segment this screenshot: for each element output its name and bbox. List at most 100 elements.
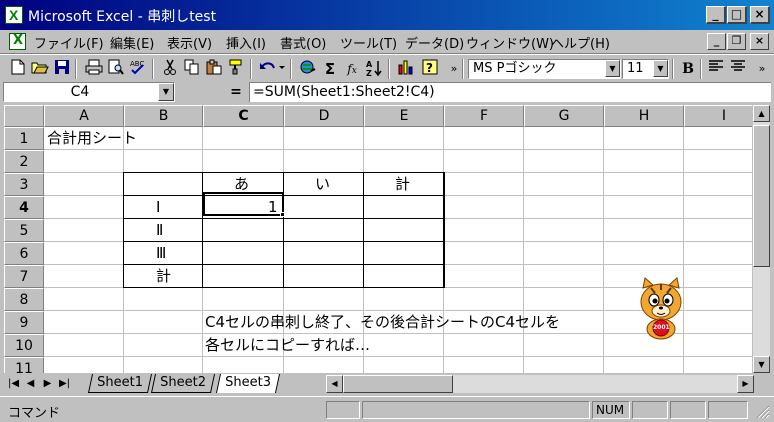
save-icon[interactable] xyxy=(52,59,72,79)
row-header-11[interactable]: 11 xyxy=(4,357,44,373)
help-icon[interactable]: ? xyxy=(420,59,440,79)
function-icon[interactable]: fx xyxy=(342,59,362,79)
horizontal-scroll-thumb[interactable] xyxy=(343,375,453,393)
previous-sheet-icon[interactable]: ◀ xyxy=(23,376,38,392)
vertical-scrollbar[interactable]: ▲ ▼ xyxy=(753,105,770,373)
column-header-a[interactable]: A xyxy=(44,105,124,127)
scroll-up-button[interactable]: ▲ xyxy=(753,105,770,122)
svg-text:?: ? xyxy=(426,61,433,75)
column-header-d[interactable]: D xyxy=(284,105,364,127)
row-header-9[interactable]: 9 xyxy=(4,311,44,334)
column-header-e[interactable]: E xyxy=(364,105,444,127)
sheet-tab-sheet3[interactable]: Sheet3 xyxy=(215,374,280,393)
scroll-right-button[interactable]: ▶ xyxy=(737,375,754,393)
menu-help[interactable]: ヘルプ(H) xyxy=(551,33,610,52)
sort-ascending-icon[interactable]: AZ xyxy=(364,59,384,79)
cell-b7[interactable]: 計 xyxy=(156,265,171,287)
vertical-scroll-thumb[interactable] xyxy=(753,125,770,267)
excel-app-icon[interactable] xyxy=(5,6,23,24)
next-sheet-icon[interactable]: ▶ xyxy=(40,376,55,392)
column-header-i[interactable]: I xyxy=(684,105,752,127)
font-size-select[interactable]: 11 ▼ xyxy=(622,59,669,79)
cell-b5[interactable]: Ⅱ xyxy=(156,219,163,241)
menu-window[interactable]: ウィンドウ(W) xyxy=(466,33,554,52)
maximize-button[interactable]: □ xyxy=(727,6,747,24)
row-header-8[interactable]: 8 xyxy=(4,288,44,311)
doc-close-button[interactable]: × xyxy=(750,33,769,50)
menu-edit[interactable]: 編集(E) xyxy=(110,33,154,52)
edit-formula-button[interactable]: = xyxy=(226,83,246,101)
scroll-left-button[interactable]: ◀ xyxy=(326,375,343,393)
scroll-down-button[interactable]: ▼ xyxy=(753,356,770,373)
row-header-7[interactable]: 7 xyxy=(4,265,44,288)
sheet-tab-sheet1[interactable]: Sheet1 xyxy=(87,374,152,393)
table-border xyxy=(123,172,124,288)
autosum-icon[interactable]: Σ xyxy=(320,59,340,79)
sheet-tab-label: Sheet3 xyxy=(225,375,271,390)
chevron-down-icon[interactable]: ▼ xyxy=(605,60,620,77)
more-icon[interactable]: » xyxy=(752,59,772,79)
last-sheet-icon[interactable]: ▶| xyxy=(57,376,72,392)
print-icon[interactable] xyxy=(84,59,104,79)
menu-data[interactable]: データ(D) xyxy=(405,33,464,52)
chart-wizard-icon[interactable] xyxy=(396,59,416,79)
close-button[interactable]: × xyxy=(750,6,770,24)
font-name-select[interactable]: MS Pゴシック ▼ xyxy=(468,59,621,79)
bold-button[interactable]: B xyxy=(678,59,698,79)
cell-e3[interactable]: 計 xyxy=(395,173,410,195)
cell-b4[interactable]: Ⅰ xyxy=(156,196,160,218)
menu-view[interactable]: 表示(V) xyxy=(167,33,212,52)
cut-icon[interactable] xyxy=(160,59,180,79)
new-icon[interactable] xyxy=(8,59,28,79)
copy-icon[interactable] xyxy=(182,59,202,79)
cell-b6[interactable]: Ⅲ xyxy=(156,242,166,264)
row-header-4[interactable]: 4 xyxy=(4,196,44,219)
row-header-6[interactable]: 6 xyxy=(4,242,44,265)
row-header-10[interactable]: 10 xyxy=(4,334,44,357)
name-box[interactable]: C4 ▼ xyxy=(3,82,175,102)
column-header-f[interactable]: F xyxy=(444,105,524,127)
align-center-icon[interactable] xyxy=(728,59,748,79)
column-header-c[interactable]: C xyxy=(203,105,284,127)
row-header-1[interactable]: 1 xyxy=(4,127,44,150)
cell-c9[interactable]: C4セルの串刺し終了、その後合計シートのC4セルを xyxy=(205,311,560,333)
column-header-b[interactable]: B xyxy=(124,105,203,127)
menu-file[interactable]: ファイル(F) xyxy=(34,33,104,52)
horizontal-scrollbar[interactable]: ◀ ▶ xyxy=(326,375,754,393)
formula-input[interactable]: =SUM(Sheet1:Sheet2!C4) xyxy=(249,82,771,102)
hyperlink-icon[interactable] xyxy=(298,59,318,79)
first-sheet-icon[interactable]: |◀ xyxy=(6,376,21,392)
cell-d3[interactable]: い xyxy=(315,173,330,195)
chevron-down-icon[interactable]: ▼ xyxy=(653,60,668,77)
sheet-tab-sheet2[interactable]: Sheet2 xyxy=(150,374,215,393)
table-border xyxy=(123,241,445,242)
paste-icon[interactable] xyxy=(204,59,224,79)
workbook-icon[interactable] xyxy=(9,33,26,50)
row-header-5[interactable]: 5 xyxy=(4,219,44,242)
doc-minimize-button[interactable]: _ xyxy=(707,33,726,50)
minimize-button[interactable]: _ xyxy=(706,6,726,24)
chevron-down-icon[interactable]: ▼ xyxy=(158,83,174,101)
column-header-h[interactable]: H xyxy=(604,105,684,127)
cell-a1[interactable]: 合計用シート xyxy=(47,127,137,149)
fill-handle[interactable] xyxy=(280,212,285,217)
more-icon[interactable]: » xyxy=(444,59,464,79)
menu-insert[interactable]: 挿入(I) xyxy=(226,33,266,52)
menu-tools[interactable]: ツール(T) xyxy=(340,33,397,52)
cell-c10[interactable]: 各セルにコピーすれば… xyxy=(205,334,370,356)
menu-format[interactable]: 書式(O) xyxy=(280,33,326,52)
spelling-icon[interactable]: ABC xyxy=(128,59,148,79)
row-header-3[interactable]: 3 xyxy=(4,173,44,196)
doc-restore-button[interactable]: ❐ xyxy=(727,33,746,50)
row-header-2[interactable]: 2 xyxy=(4,150,44,173)
column-header-g[interactable]: G xyxy=(524,105,604,127)
office-assistant-tiger[interactable]: 2001 xyxy=(633,274,689,340)
format-painter-icon[interactable] xyxy=(226,59,246,79)
select-all-corner[interactable] xyxy=(4,105,44,127)
align-left-icon[interactable] xyxy=(706,59,726,79)
active-cell-cursor[interactable] xyxy=(203,192,284,216)
undo-icon[interactable] xyxy=(258,59,286,79)
open-icon[interactable] xyxy=(30,59,50,79)
resize-grip-icon[interactable] xyxy=(754,403,770,419)
print-preview-icon[interactable] xyxy=(106,59,126,79)
